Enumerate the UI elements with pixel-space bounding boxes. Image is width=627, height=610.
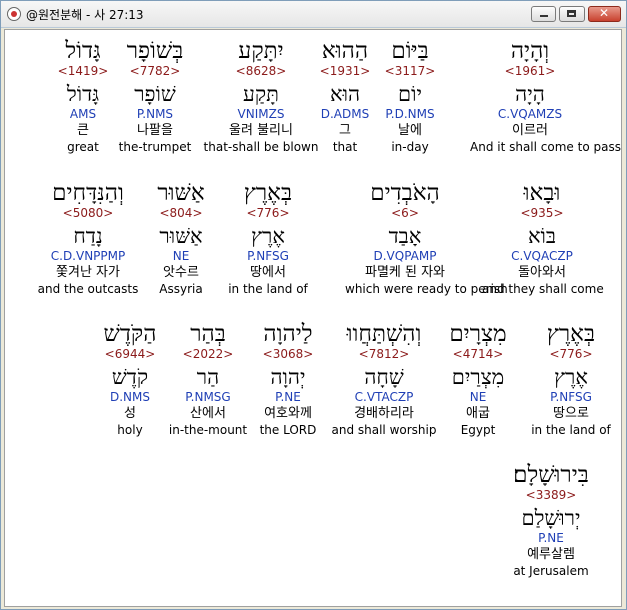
lemma-word: קֹדֶשׁ (111, 365, 149, 389)
lemma-word: הָיָה (515, 82, 545, 106)
korean-gloss: 예루살렘 (527, 547, 575, 562)
strong-number[interactable]: <8628> (201, 64, 321, 79)
morphology-code: AMS (69, 107, 97, 121)
lemma-word: אָבַד (388, 224, 422, 248)
word-column[interactable]: בִּירוּשָׁלָם׃ <3389> יְרוּשָׁלַם P.NE 예루살렘 a… (491, 462, 611, 579)
lemma-word: יְרוּשָׁלַם (521, 506, 581, 530)
english-gloss: at Jerusalem (513, 564, 589, 578)
app-icon[interactable] (7, 7, 21, 21)
minimize-icon (540, 15, 548, 17)
maximize-icon (567, 10, 576, 17)
hebrew-word: יִתָּקַע (238, 38, 284, 64)
korean-gloss: 성 (124, 406, 136, 421)
hebrew-word: וּבָאוּ (523, 180, 561, 206)
hebrew-word: הַקֹּדֶשׁ (103, 321, 157, 347)
hebrew-word: וְהָיָה (510, 38, 550, 64)
hebrew-word: הָאֹבְדִים (370, 180, 440, 206)
hebrew-word: בִּירוּשָׁלָם׃ (513, 462, 589, 488)
word-column[interactable]: וְהָיָה <1961> הָיָה C.VQAMZS 이르러 And it shal… (470, 38, 621, 155)
korean-gloss: 쫓겨난 자가 (56, 265, 120, 280)
lemma-word: נָדַח (73, 224, 103, 248)
minimize-button[interactable] (531, 6, 556, 22)
lemma-word: גָּדוֹל (66, 82, 100, 106)
close-button[interactable]: ✕ (588, 6, 621, 22)
word-column[interactable]: וְהַנִּדָּחִים <5080> נָדַח C.D.VNPPMP 쫓겨난 자… (28, 180, 148, 297)
word-column[interactable]: גָּדוֹל <1419> גָּדוֹל AMS 큰 great (23, 38, 143, 155)
strong-number[interactable]: <5080> (28, 206, 148, 221)
app-window: @원전분해 - 사 27:13 ✕ וְהָיָה <1961> הָיָה C.VQ… (0, 0, 627, 610)
strong-number[interactable]: <6> (345, 206, 465, 221)
morphology-code: D.NMS (109, 390, 150, 404)
morphology-code: D.VQPAMP (373, 249, 437, 263)
strong-number[interactable]: <1419> (23, 64, 143, 79)
english-gloss: holy (117, 423, 143, 437)
strong-number[interactable]: <3389> (491, 488, 611, 503)
window-title: @원전분해 - 사 27:13 (26, 8, 144, 22)
korean-gloss: 이르러 (512, 123, 548, 138)
strong-number[interactable]: <935> (482, 206, 602, 221)
hebrew-word: וְהַנִּדָּחִים (52, 180, 124, 206)
word-column[interactable]: יִתָּקַע <8628> תָּקַע VNIMZS 울려 불리니 that-sha… (201, 38, 321, 155)
english-gloss: And it shall come to pass (470, 140, 621, 154)
word-column[interactable]: וּבָאוּ <935> בּוֹא C.VQACZP 돌아와서 and they sh… (482, 180, 604, 297)
word-column[interactable]: הַקֹּדֶשׁ <6944> קֹדֶשׁ D.NMS 성 holy (70, 321, 190, 438)
interlinear-view: וְהָיָה <1961> הָיָה C.VQAMZS 이르러 And it shal… (4, 29, 622, 607)
morphology-code: C.D.VNPPMP (50, 249, 126, 263)
english-gloss: which were ready to perish (345, 282, 508, 296)
title-bar[interactable]: @원전분해 - 사 27:13 ✕ (1, 1, 626, 28)
morphology-code: P.NE (538, 531, 564, 545)
english-gloss: and the outcasts (37, 282, 139, 296)
morphology-code: C.VQAMZS (497, 107, 563, 121)
maximize-button[interactable] (559, 6, 585, 22)
word-column[interactable]: הָאֹבְדִים <6> אָבַד D.VQPAMP 파멸케 된 자와 which … (345, 180, 508, 297)
english-gloss: great (67, 140, 99, 154)
close-icon: ✕ (599, 6, 610, 20)
morphology-code: C.VQACZP (511, 249, 573, 263)
korean-gloss: 돌아와서 (518, 265, 566, 280)
morphology-code: VNIMZS (237, 107, 285, 121)
korean-gloss: 큰 (77, 123, 89, 138)
strong-number[interactable]: <6944> (70, 347, 190, 362)
english-gloss: that-shall be blown (203, 140, 319, 154)
hebrew-word: גָּדוֹל (65, 38, 101, 64)
lemma-word: תָּקַע (243, 82, 279, 106)
strong-number[interactable]: <1961> (470, 64, 590, 79)
korean-gloss: 울려 불리니 (229, 123, 293, 138)
korean-gloss: 파멸케 된 자와 (364, 265, 446, 280)
lemma-word: בּוֹא (527, 224, 557, 248)
